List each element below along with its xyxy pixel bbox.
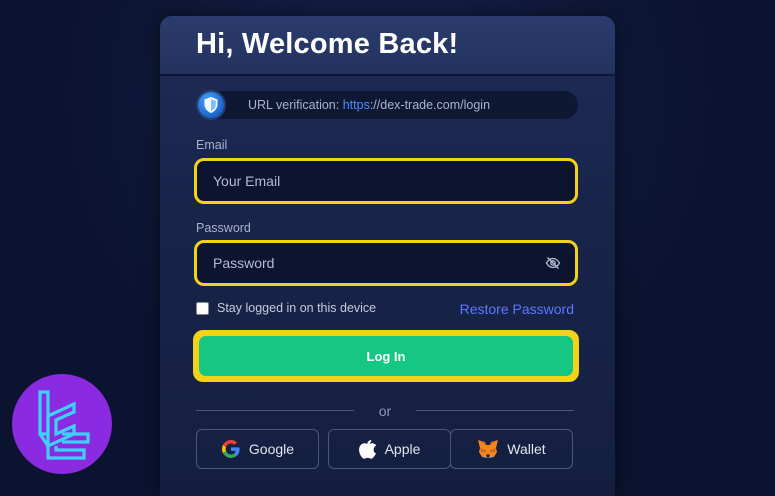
divider-text: or <box>378 403 392 419</box>
eye-off-icon[interactable] <box>545 255 561 271</box>
remember-checkbox[interactable] <box>196 301 209 315</box>
url-domain: ://dex-trade.com/login <box>369 98 491 112</box>
apple-login-button[interactable]: Apple <box>328 429 451 469</box>
remember-label: Stay logged in on this device <box>217 301 377 315</box>
wallet-login-button[interactable]: Wallet <box>450 429 573 469</box>
or-divider: or <box>196 403 574 419</box>
remember-me[interactable]: Stay logged in on this device <box>196 301 376 315</box>
apple-icon <box>358 439 377 459</box>
login-button[interactable]: Log In <box>199 336 573 376</box>
url-verification-bar: URL verification: https://dex-trade.com/… <box>196 91 578 119</box>
google-icon <box>221 439 241 459</box>
shield-icon <box>198 92 224 118</box>
login-button-highlight: Log In <box>193 330 579 382</box>
email-field-wrapper <box>194 158 578 204</box>
wallet-label: Wallet <box>507 441 546 457</box>
card-header: Hi, Welcome Back! <box>160 16 615 76</box>
url-verification-label: URL verification: <box>248 98 343 112</box>
page-title: Hi, Welcome Back! <box>196 28 459 60</box>
metamask-fox-icon <box>477 439 499 459</box>
brand-logo-badge <box>12 374 112 474</box>
google-login-button[interactable]: Google <box>196 429 319 469</box>
login-card: Hi, Welcome Back! URL verification: http… <box>160 16 615 496</box>
password-field[interactable] <box>197 243 575 283</box>
password-field-wrapper <box>194 240 578 286</box>
url-verification-text: URL verification: https://dex-trade.com/… <box>248 98 490 112</box>
url-protocol: https <box>342 98 370 112</box>
social-login-row: Google Apple Wallet <box>196 429 574 471</box>
email-field[interactable] <box>197 161 575 201</box>
tradingfinder-logo-icon <box>38 390 90 460</box>
email-label: Email <box>196 138 228 152</box>
google-label: Google <box>248 441 295 457</box>
password-label: Password <box>196 221 251 235</box>
apple-label: Apple <box>384 441 421 457</box>
restore-password-link[interactable]: Restore Password <box>460 301 574 317</box>
divider-line-right <box>416 410 574 411</box>
